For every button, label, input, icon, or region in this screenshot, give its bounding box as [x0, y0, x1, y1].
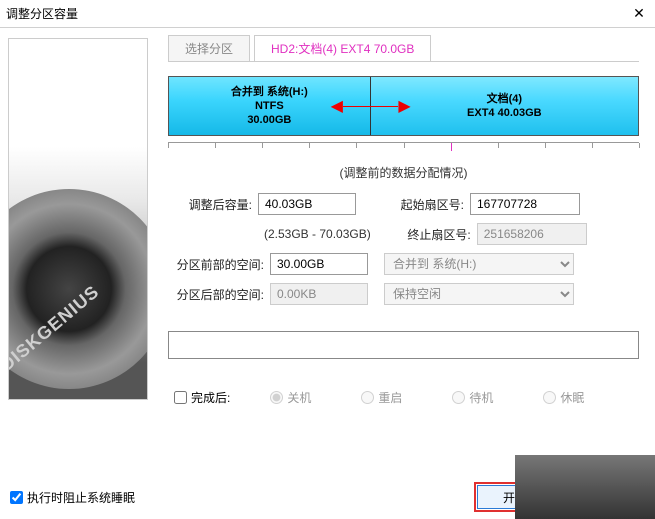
progress-bar: [168, 331, 639, 359]
radio-hibernate[interactable]: 休眠: [543, 389, 584, 406]
label-space-before: 分区前部的空间:: [164, 256, 264, 273]
input-end-sector: [477, 223, 587, 245]
select-space-before-action[interactable]: 合并到 系统(H:): [384, 253, 574, 275]
disk-illustration: DISKGENIUS: [8, 38, 148, 400]
window-title: 调整分区容量: [6, 5, 629, 22]
resize-handle-arrow[interactable]: ◀ ▶: [331, 96, 411, 116]
ruler: [168, 142, 639, 156]
input-size-after[interactable]: [258, 193, 356, 215]
input-start-sector[interactable]: [470, 193, 580, 215]
input-space-after: [270, 283, 368, 305]
radio-standby[interactable]: 待机: [452, 389, 493, 406]
checkbox-after-done[interactable]: 完成后:: [174, 389, 230, 406]
tab-select-partition[interactable]: 选择分区: [168, 35, 250, 61]
label-start-sector: 起始扇区号:: [384, 196, 464, 213]
radio-shutdown[interactable]: 关机: [270, 389, 311, 406]
radio-reboot[interactable]: 重启: [361, 389, 402, 406]
partition-current[interactable]: 文档(4) EXT4 40.03GB: [371, 77, 638, 135]
label-end-sector: 终止扇区号:: [391, 226, 471, 243]
caption-before-adjust: (调整前的数据分配情况): [164, 164, 643, 181]
partition-bar[interactable]: 合并到 系统(H:) NTFS 30.00GB 文档(4) EXT4 40.03…: [168, 76, 639, 136]
label-space-after: 分区后部的空间:: [164, 286, 264, 303]
checkbox-prevent-sleep[interactable]: 执行时阻止系统睡眠: [10, 489, 135, 506]
input-space-before[interactable]: [270, 253, 368, 275]
select-space-after-action[interactable]: 保持空闲: [384, 283, 574, 305]
close-icon[interactable]: ✕: [629, 5, 649, 22]
tab-current-partition[interactable]: HD2:文档(4) EXT4 70.0GB: [254, 35, 431, 61]
size-range-hint: (2.53GB - 70.03GB): [264, 227, 371, 241]
thumbnail-overlay: [515, 455, 655, 519]
label-size-after: 调整后容量:: [164, 196, 252, 213]
